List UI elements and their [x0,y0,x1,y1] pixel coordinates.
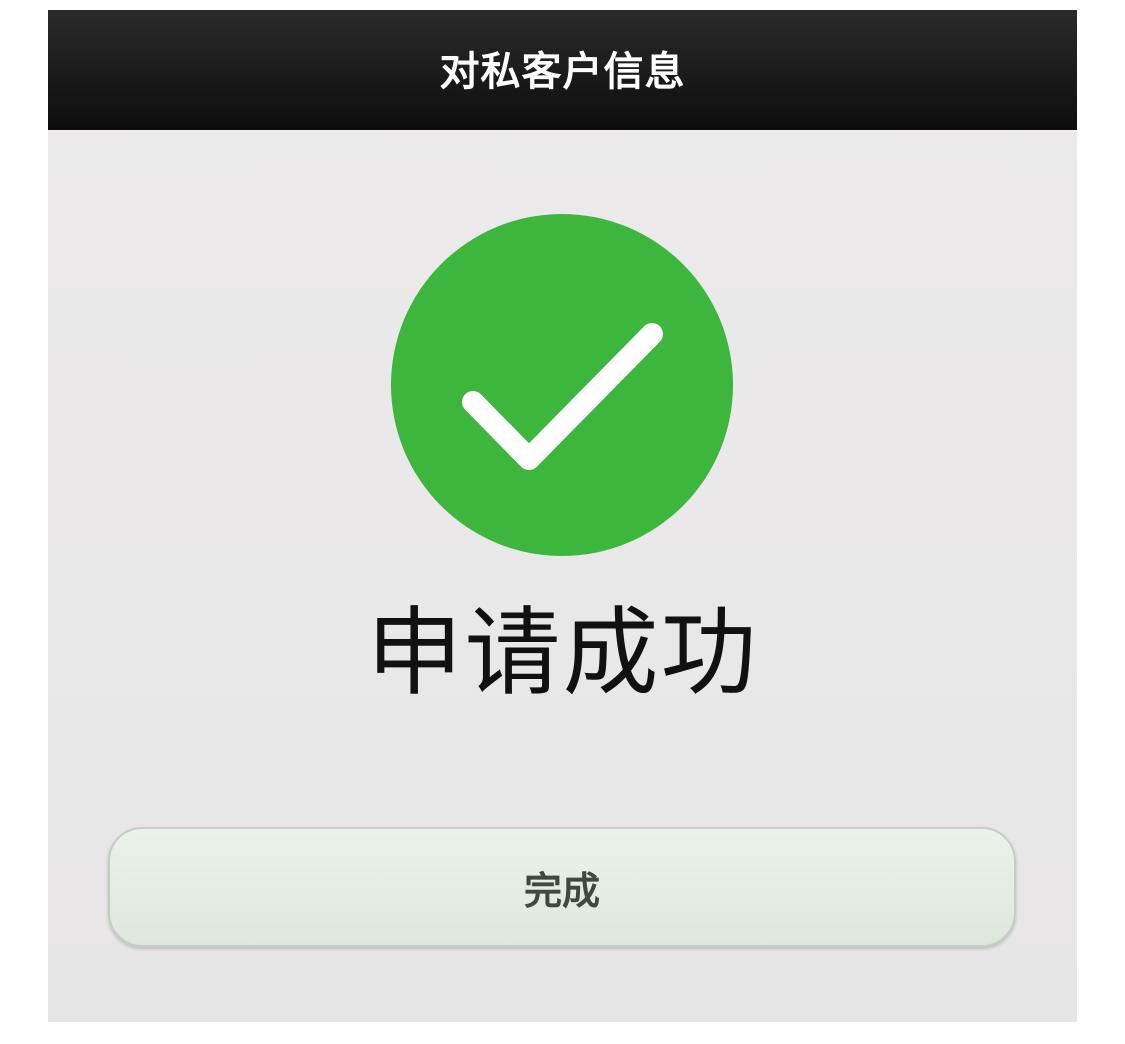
success-message: 申请成功 [366,597,759,709]
done-button-label: 完成 [523,868,600,913]
check-circle-icon [391,214,733,556]
done-button[interactable]: 完成 [108,827,1016,947]
title-bar: 对私客户信息 [48,10,1077,130]
app-screen: 对私客户信息 申请成功 完成 [48,10,1077,1022]
page-title: 对私客户信息 [439,49,686,95]
